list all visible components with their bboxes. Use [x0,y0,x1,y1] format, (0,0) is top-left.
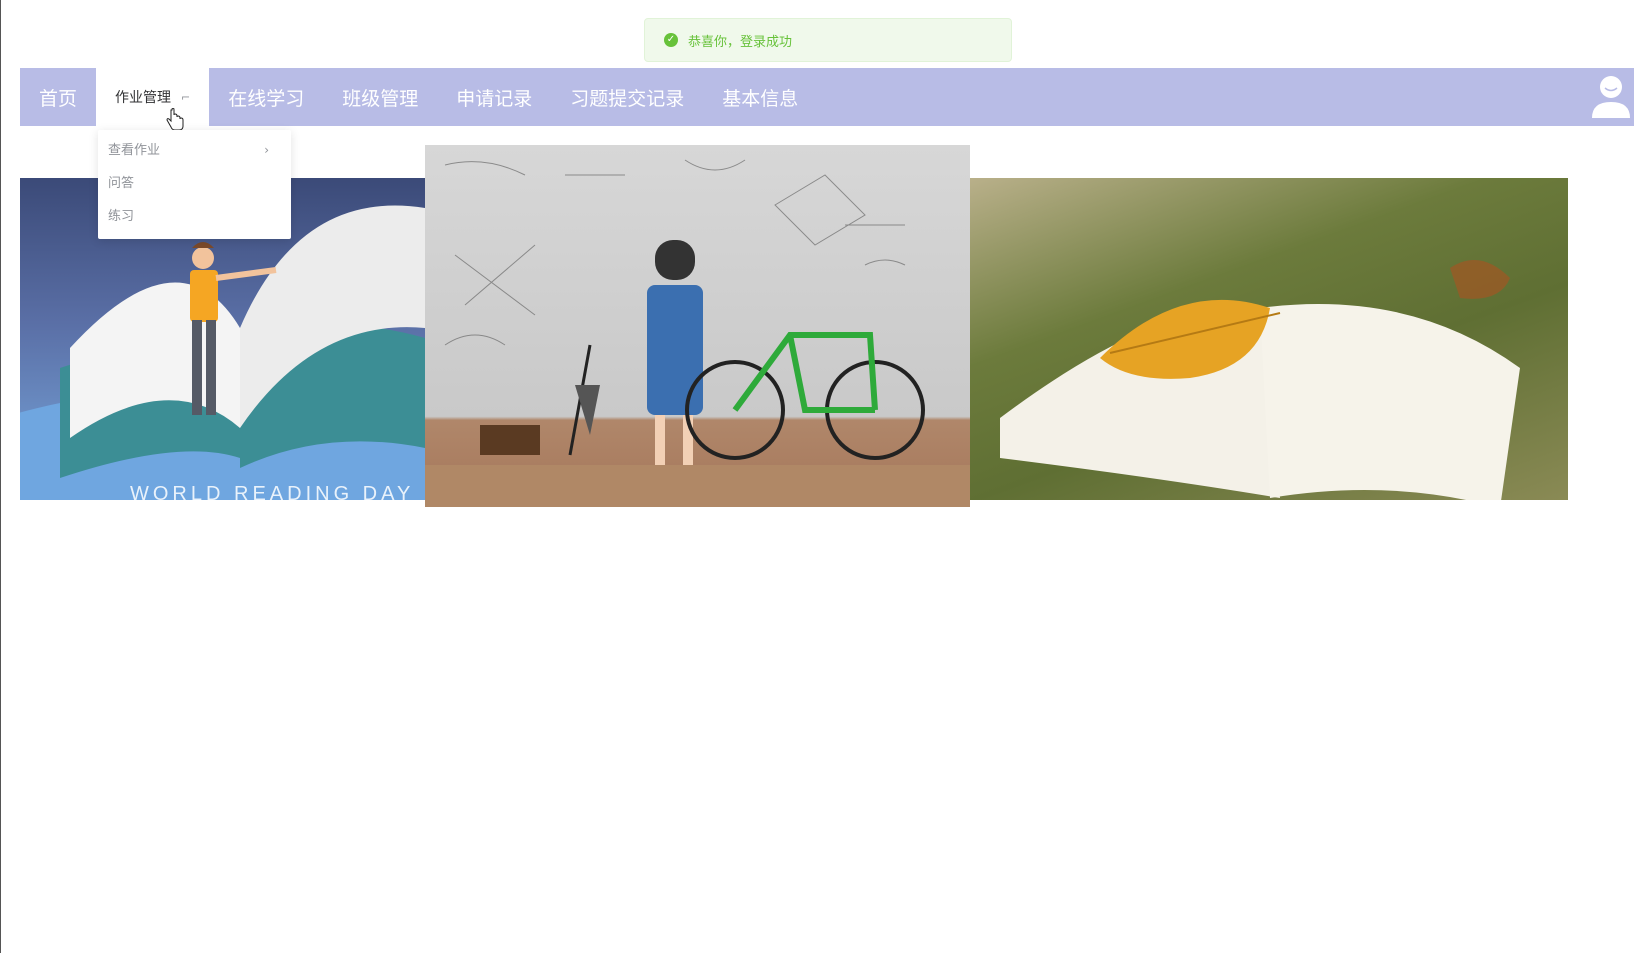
nav-item-label: 习题提交记录 [570,87,685,110]
nav-item-home[interactable]: 首页 [20,68,96,126]
menu-item-label: 问答 [108,176,135,191]
toast-message: 恭喜你，登录成功 [688,34,793,50]
chevron-down-icon: ⌐ [181,90,191,104]
top-navbar: 首页 作业管理 ⌐ 在线学习 班级管理 申请记录 习题提交记录 基本信息 [20,68,1634,126]
menu-item-label: 查看作业 [108,143,161,158]
carousel-slide-book-leaf[interactable] [970,178,1568,500]
user-avatar-icon[interactable] [1590,74,1632,120]
success-toast: ✓ 恭喜你，登录成功 [644,18,1012,62]
girl-bicycle-photo [425,159,970,507]
slide-caption: WORLD READING DAY [130,483,415,500]
book-leaf-photo [1000,260,1520,500]
nav-item-application-records[interactable]: 申请记录 [437,68,551,126]
nav-item-label: 首页 [39,87,78,110]
nav-item-homework-management[interactable]: 作业管理 ⌐ [96,68,210,126]
nav-item-label: 班级管理 [342,87,419,110]
success-check-icon: ✓ [664,33,678,47]
page-left-border [0,0,1,953]
homework-dropdown-menu: 查看作业 › 问答 练习 [98,130,291,239]
carousel-slide-girl-bicycle[interactable] [425,145,970,507]
menu-item-view-homework[interactable]: 查看作业 › [98,134,291,167]
nav-item-label: 基本信息 [722,87,799,110]
menu-item-practice[interactable]: 练习 [98,200,291,233]
hand-cursor-icon [166,108,184,131]
nav-item-label: 作业管理 [115,90,172,106]
nav-item-online-learning[interactable]: 在线学习 [209,68,323,126]
nav-item-basic-info[interactable]: 基本信息 [703,68,817,126]
chevron-right-icon: › [264,143,269,157]
nav-item-class-management[interactable]: 班级管理 [323,68,437,126]
nav-item-label: 申请记录 [456,87,533,110]
menu-item-label: 练习 [108,209,135,224]
nav-item-label: 在线学习 [228,87,305,110]
nav-item-exercise-submissions[interactable]: 习题提交记录 [551,68,703,126]
menu-item-qa[interactable]: 问答 [98,167,291,200]
